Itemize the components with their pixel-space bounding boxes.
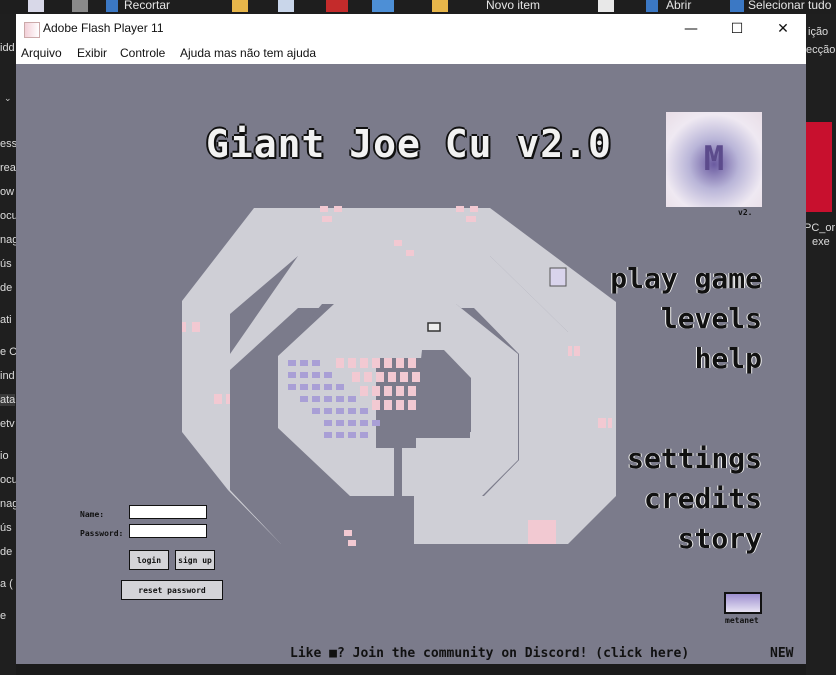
nav-fragment[interactable]: e	[0, 610, 6, 622]
nav-fragment[interactable]: rea	[0, 162, 16, 174]
open-label[interactable]: Abrir	[666, 0, 691, 12]
nav-fragment[interactable]: nag	[0, 498, 16, 510]
exit-door	[549, 267, 567, 287]
properties-icon	[598, 0, 614, 12]
close-button[interactable]: ✕	[760, 14, 806, 44]
box-marker	[427, 322, 441, 332]
nav-fragment[interactable]: de	[0, 282, 12, 294]
file-ext[interactable]: exe	[812, 236, 830, 248]
logo-glyph-icon: M	[703, 139, 725, 179]
play-game-button[interactable]: play game	[610, 262, 762, 295]
password-input[interactable]	[129, 524, 207, 538]
nav-fragment[interactable]: ús	[0, 522, 12, 534]
news-link[interactable]: NEW	[770, 646, 793, 661]
file-name[interactable]: PC_or	[806, 222, 835, 234]
menu-ajuda[interactable]: Ajuda mas não tem ajuda	[180, 46, 316, 60]
explorer-nav-strip: idd ⌄ esso rea ow ocu nag ús de ati e C …	[0, 14, 16, 675]
name-input[interactable]	[129, 505, 207, 519]
select-all-label[interactable]: Selecionar tudo	[748, 0, 831, 12]
reset-password-button[interactable]: reset password	[121, 580, 223, 600]
nav-fragment[interactable]: idd	[0, 42, 15, 54]
menu-bar: Arquivo Exibir Controle Ajuda mas não te…	[16, 44, 806, 64]
levels-button[interactable]: levels	[661, 302, 762, 335]
menu-arquivo[interactable]: Arquivo	[21, 46, 62, 60]
game-title: Giant Joe Cu v2.0	[206, 122, 612, 166]
nav-fragment[interactable]: a (	[0, 578, 13, 590]
nav-fragment[interactable]: ús	[0, 258, 12, 270]
login-button[interactable]: login	[129, 550, 169, 570]
nav-fragment[interactable]: nag	[0, 234, 16, 246]
title-bar[interactable]: Adobe Flash Player 11 — ☐ ✕	[16, 14, 806, 44]
window-title: Adobe Flash Player 11	[43, 21, 164, 35]
chevron-down-icon: ⌄	[4, 94, 12, 104]
new-item-label[interactable]: Novo item	[486, 0, 540, 12]
nav-fragment[interactable]: ocu	[0, 210, 16, 222]
flash-app-icon	[24, 22, 40, 38]
minimize-button[interactable]: —	[668, 14, 714, 44]
game-stage[interactable]: Giant Joe Cu v2.0 M v2. play game levels…	[16, 64, 806, 664]
background-toolbar: Recortar Novo item Abrir Selecionar tudo	[0, 0, 836, 14]
logo-version: v2.	[738, 208, 753, 217]
credits-button[interactable]: credits	[644, 482, 762, 515]
document-icon	[278, 0, 294, 12]
right-fragment[interactable]: ecção	[806, 44, 835, 56]
rename-icon	[372, 0, 394, 12]
flash-file-icon[interactable]	[806, 122, 832, 212]
sign-up-button[interactable]: sign up	[175, 550, 215, 570]
password-label: Password:	[80, 529, 124, 538]
nav-fragment[interactable]: e C	[0, 346, 16, 358]
new-folder-icon	[432, 0, 448, 12]
nav-fragment[interactable]: ati	[0, 314, 12, 326]
metanet-label: metanet	[725, 616, 759, 625]
help-button[interactable]: help	[695, 342, 762, 375]
delete-icon	[326, 0, 348, 12]
story-button[interactable]: story	[678, 522, 762, 555]
right-fragment[interactable]: ição	[808, 26, 828, 38]
metanet-logo[interactable]	[724, 592, 762, 614]
folder-icon	[232, 0, 248, 12]
nav-fragment[interactable]: etv	[0, 418, 15, 430]
name-label: Name:	[80, 510, 105, 519]
open-icon	[646, 0, 658, 12]
nav-fragment[interactable]: de	[0, 546, 12, 558]
nav-fragment[interactable]: ow	[0, 186, 14, 198]
scissors-icon	[106, 0, 118, 12]
nav-fragment[interactable]: ocu	[0, 474, 16, 486]
clipboard-icon	[72, 0, 88, 12]
menu-exibir[interactable]: Exibir	[77, 46, 107, 60]
flash-player-window: Adobe Flash Player 11 — ☐ ✕ Arquivo Exib…	[16, 14, 806, 664]
copy-icon	[28, 0, 44, 12]
nav-fragment[interactable]: io	[0, 450, 9, 462]
select-all-icon	[730, 0, 744, 12]
menu-controle[interactable]: Controle	[120, 46, 165, 60]
settings-button[interactable]: settings	[627, 442, 762, 475]
nav-fragment[interactable]: esso	[0, 138, 16, 150]
discord-link[interactable]: Like ■? Join the community on Discord! (…	[290, 646, 689, 661]
explorer-right-strip: ição ecção PC_or exe	[806, 14, 836, 675]
maximize-button[interactable]: ☐	[714, 14, 760, 44]
nav-fragment[interactable]: ata	[0, 394, 16, 406]
nav-fragment[interactable]: ind	[0, 370, 15, 382]
cut-label[interactable]: Recortar	[124, 0, 170, 12]
